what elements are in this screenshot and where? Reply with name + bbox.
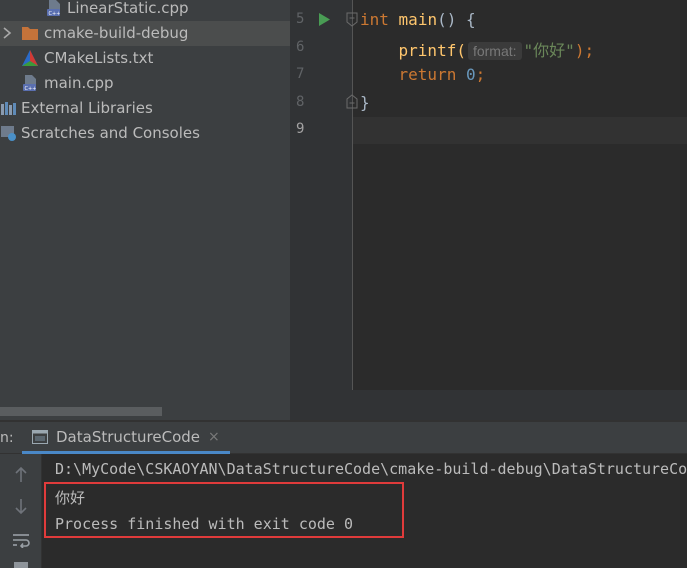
code-token: }: [360, 93, 370, 112]
tree-item-label: main.cpp: [44, 74, 114, 92]
parameter-hint: format:: [467, 42, 522, 60]
scroll-to-end-button[interactable]: [10, 556, 32, 568]
tree-item-label: cmake-build-debug: [44, 24, 189, 42]
run-gutter-icon[interactable]: [318, 12, 331, 27]
editor-empty-area: [290, 390, 687, 420]
line-number-current: 9: [296, 121, 305, 137]
tree-item-label: CMakeLists.txt: [44, 49, 154, 67]
number-token: 0: [465, 65, 476, 84]
svg-text:C++: C++: [25, 86, 37, 92]
tree-item-label: External Libraries: [21, 99, 153, 117]
code-editor[interactable]: 5 6 7 8 9 int main() { printf(format: "你好…: [290, 0, 687, 420]
run-toolbar: [0, 454, 42, 568]
keyword-token: int: [360, 10, 389, 29]
project-tree-panel: C++ LinearStatic.cpp cmake-build-debug C…: [0, 0, 290, 420]
cpp-file-icon: C++: [23, 75, 37, 92]
libraries-icon: [1, 102, 16, 115]
run-tool-window-header: n: DataStructureCode ×: [0, 422, 687, 454]
svg-text:C++: C++: [49, 11, 61, 17]
fold-marker-icon[interactable]: [346, 94, 358, 109]
keyword-token: return: [398, 65, 457, 84]
tree-item-main-cpp[interactable]: C++ main.cpp: [0, 71, 290, 96]
soft-wrap-button[interactable]: [10, 529, 32, 551]
folder-icon: [22, 27, 38, 40]
tree-item-linearstatic-cpp[interactable]: C++ LinearStatic.cpp: [0, 0, 290, 21]
code-line-6: printf(format: "你好");: [360, 37, 594, 61]
line-number: 5: [296, 11, 305, 27]
scratches-icon: [1, 126, 16, 141]
tree-item-cmake-build-debug[interactable]: cmake-build-debug: [0, 21, 290, 46]
tree-item-external-libraries[interactable]: External Libraries: [0, 96, 290, 121]
cpp-file-icon: C++: [47, 0, 61, 17]
current-line-highlight: [353, 117, 687, 144]
chevron-right-icon[interactable]: [2, 27, 12, 39]
annotation-highlight-box: [44, 482, 404, 538]
line-number: 8: [296, 94, 305, 110]
tree-item-label: Scratches and Consoles: [21, 124, 200, 142]
code-line-5: int main() {: [360, 10, 476, 29]
arrow-up-icon: [15, 467, 27, 482]
scroll-to-end-icon: [14, 562, 28, 568]
code-token: );: [574, 41, 595, 60]
arrow-down-icon: [15, 499, 27, 514]
soft-wrap-icon: [13, 534, 30, 548]
run-tab-label: DataStructureCode: [56, 427, 200, 446]
code-line-8: }: [360, 93, 370, 112]
cmake-icon: [22, 50, 38, 66]
fold-marker-icon[interactable]: [346, 12, 358, 27]
scroll-down-button[interactable]: [10, 495, 32, 517]
line-number: 6: [296, 39, 305, 55]
console-line-command: D:\MyCode\CSKAOYAN\DataStructureCode\cma…: [55, 460, 687, 478]
tree-item-label: LinearStatic.cpp: [67, 0, 189, 17]
tree-item-cmakelists[interactable]: CMakeLists.txt: [0, 46, 290, 71]
function-token: printf(: [398, 41, 466, 60]
code-token: () {: [437, 10, 476, 29]
console-output[interactable]: D:\MyCode\CSKAOYAN\DataStructureCode\cma…: [42, 454, 687, 568]
tree-item-scratches[interactable]: Scratches and Consoles: [0, 121, 290, 146]
code-line-7: return 0;: [360, 65, 486, 84]
horizontal-scrollbar[interactable]: [0, 407, 162, 416]
function-token: main: [398, 10, 438, 29]
line-number: 7: [296, 66, 305, 82]
run-tab-datastructurecode[interactable]: DataStructureCode ×: [22, 422, 230, 454]
editor-gutter: 5 6 7 8 9: [290, 0, 358, 390]
string-token: "你好": [523, 41, 575, 60]
console-icon: [32, 429, 48, 444]
close-icon[interactable]: ×: [208, 429, 220, 445]
run-panel-title: n:: [0, 430, 14, 446]
scroll-up-button[interactable]: [10, 464, 32, 486]
code-token: ;: [475, 65, 486, 84]
